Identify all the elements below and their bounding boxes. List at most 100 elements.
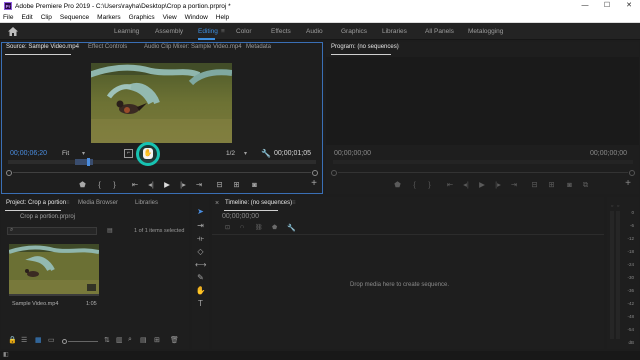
source-time-ruler[interactable] [8,160,316,164]
overwrite-icon[interactable]: ⊞ [231,180,242,189]
freeform-view-icon[interactable]: ▭ [48,336,55,344]
menu-file[interactable]: File [3,14,13,21]
go-to-in-icon[interactable]: ⇤ [130,180,140,189]
project-search-input[interactable] [7,227,97,235]
project-menu-icon[interactable]: ≡ [66,200,70,206]
tab-audio-clip-mixer[interactable]: Audio Clip Mixer: Sample Video.mp4 [144,44,242,50]
go-to-out-icon[interactable]: ⇥ [194,180,204,189]
timeline-settings-icon[interactable]: 🔧 [287,224,296,232]
play-icon[interactable]: ▶ [162,180,172,189]
insert-icon[interactable]: ⊟ [214,180,225,189]
workspace-learning[interactable]: Learning [114,28,139,35]
lock-icon[interactable]: 🔒 [8,336,17,344]
source-resolution-dropdown-icon[interactable]: ▾ [244,150,247,157]
menu-view[interactable]: View [163,14,177,21]
tab-program[interactable]: Program: (no sequences) [331,44,399,50]
list-view-icon[interactable]: ☰ [21,336,27,344]
source-zoom-select[interactable]: Fit [62,150,69,157]
new-bin-footer-icon[interactable]: ▤ [140,336,147,344]
icon-view-icon[interactable]: ▦ [35,336,42,344]
wrench-icon[interactable]: 🔧 [261,149,271,158]
home-icon[interactable] [8,27,18,36]
tab-libraries[interactable]: Libraries [135,200,158,206]
source-zoom-handle-left[interactable] [6,170,12,176]
tab-effect-controls[interactable]: Effect Controls [88,44,127,50]
add-marker-icon[interactable]: ⬟ [78,180,87,189]
insert-as-nest-icon[interactable]: ⊡ [225,224,230,231]
source-zoom-bar[interactable] [13,172,311,173]
timeline-timecode[interactable]: 00;00;00;00 [222,213,259,220]
track-select-tool-icon[interactable]: ⇥ [195,220,206,231]
program-menu-icon[interactable]: ≡ [396,44,400,50]
find-icon[interactable]: ⌕ [128,336,132,344]
step-forward-icon[interactable]: |▸ [178,180,188,189]
clear-icon[interactable]: 🗑 [170,336,179,344]
source-zoom-dropdown-icon[interactable]: ▾ [82,150,85,157]
minimize-button[interactable]: — [574,0,596,12]
razor-tool-icon[interactable]: ◇ [195,246,206,257]
program-mark-in-icon[interactable]: { [410,180,419,189]
mark-in-icon[interactable]: { [95,180,104,189]
hand-tool-icon[interactable]: ✋ [195,285,206,296]
maximize-button[interactable]: ☐ [596,0,618,12]
program-step-forward-icon[interactable]: |▸ [493,180,503,189]
workspace-all-panels[interactable]: All Panels [425,28,454,35]
source-zoom-handle-right[interactable] [312,170,318,176]
workspace-graphics[interactable]: Graphics [341,28,367,35]
menu-edit[interactable]: Edit [21,14,32,21]
audio-meter-solo-left-icon[interactable]: ○ [611,203,613,208]
new-item-icon[interactable]: ⊞ [154,336,160,344]
export-frame-icon[interactable]: ◙ [249,180,260,189]
menu-clip[interactable]: Clip [41,14,52,21]
clip-thumbnail[interactable] [9,244,99,294]
program-zoom-handle-right[interactable] [629,170,635,176]
program-zoom-handle-left[interactable] [331,170,337,176]
tab-metadata[interactable]: Metadata [246,44,271,50]
tab-source[interactable]: Source: Sample Video.mp4 [6,44,79,50]
slip-tool-icon[interactable]: ⟷ [195,259,206,270]
menu-help[interactable]: Help [216,14,229,21]
program-play-icon[interactable]: ▶ [477,180,487,189]
menu-graphics[interactable]: Graphics [129,14,155,21]
program-add-marker-icon[interactable]: ⬟ [393,180,402,189]
extract-icon[interactable]: ⊞ [546,180,557,189]
clip-thumbnail-scrub-bar[interactable] [9,294,99,296]
tab-source-menu-icon[interactable]: ≡ [76,44,80,50]
menu-markers[interactable]: Markers [97,14,120,21]
workspace-metalogging[interactable]: Metalogging [468,28,503,35]
workspace-editing[interactable]: Editing [198,28,218,35]
workspace-color[interactable]: Color [236,28,252,35]
source-resolution-select[interactable]: 1/2 [226,150,235,157]
timeline-close-icon[interactable]: × [215,200,219,207]
program-add-button[interactable]: + [623,179,633,189]
timeline-menu-icon[interactable]: ≡ [292,200,296,206]
ripple-edit-tool-icon[interactable]: ⟛ [195,233,206,244]
source-playhead[interactable] [87,158,90,166]
menu-window[interactable]: Window [185,14,208,21]
workspace-menu-icon[interactable]: ≡ [221,28,225,35]
pen-tool-icon[interactable]: ✎ [195,272,206,283]
lift-icon[interactable]: ⊟ [529,180,540,189]
new-bin-icon[interactable]: ▤ [107,227,113,234]
close-button[interactable]: ✕ [618,0,640,12]
program-time-ruler[interactable] [333,160,633,164]
source-playhead-timecode[interactable]: 00;00;06;20 [10,150,47,157]
workspace-effects[interactable]: Effects [271,28,291,35]
mark-out-icon[interactable]: } [110,180,119,189]
automate-to-sequence-icon[interactable]: ▥ [116,336,123,344]
tab-timeline[interactable]: Timeline: (no sequences) [225,200,292,206]
program-go-to-in-icon[interactable]: ⇤ [445,180,455,189]
workspace-audio[interactable]: Audio [306,28,323,35]
type-tool-icon[interactable]: T [195,298,206,309]
source-settings-icon[interactable]: ⌐ [124,149,133,158]
selection-tool-icon[interactable]: ➤ [195,206,206,217]
program-step-back-icon[interactable]: ◂| [461,180,471,189]
linked-selection-icon[interactable]: ⛓ [255,224,263,231]
snap-icon[interactable]: ∩ [240,224,244,230]
workspace-assembly[interactable]: Assembly [155,28,183,35]
menu-sequence[interactable]: Sequence [60,14,89,21]
step-back-icon[interactable]: ◂| [146,180,156,189]
program-mark-out-icon[interactable]: } [425,180,434,189]
timeline-add-marker-icon[interactable]: ⬟ [272,224,277,231]
clip-name[interactable]: Sample Video.mp4 [12,301,58,307]
